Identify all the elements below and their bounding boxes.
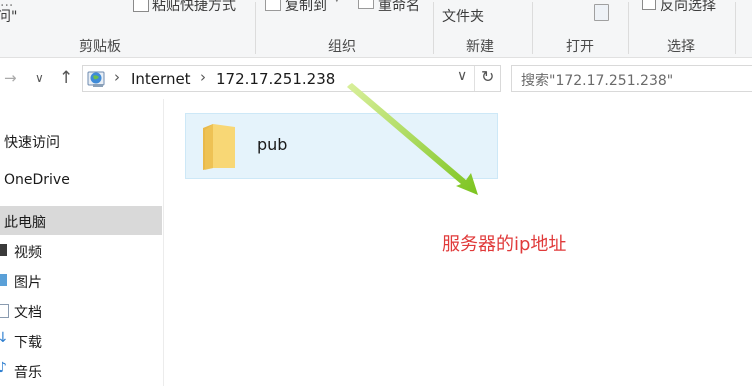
- search-input[interactable]: 搜索"172.17.251.238": [511, 65, 752, 92]
- copy-to-button[interactable]: 复制到: [285, 0, 327, 15]
- ribbon: ... 问" 粘贴快捷方式 剪贴板 复制到 ▼ 重命名 组织 文件夹 新建 ▾ …: [0, 0, 752, 58]
- music-icon: ♪: [0, 360, 7, 376]
- nav-item-this-pc[interactable]: 此电脑: [0, 206, 162, 235]
- nav-item-label: OneDrive: [4, 172, 70, 188]
- folder-item[interactable]: pub: [185, 113, 498, 179]
- ribbon-divider: [735, 2, 736, 54]
- content-area: pub 服务器的ip地址: [164, 99, 752, 386]
- breadcrumb-internet[interactable]: Internet: [131, 70, 191, 88]
- group-label-organize: 组织: [328, 39, 356, 55]
- nav-item-label: 图片: [14, 275, 42, 291]
- paste-shortcut-button[interactable]: 粘贴快捷方式: [152, 0, 236, 15]
- up-arrow-icon[interactable]: ↑: [59, 58, 73, 99]
- reverse-select-button[interactable]: 反向选择: [660, 0, 716, 15]
- video-icon: [0, 244, 7, 256]
- nav-item-label: 音乐: [14, 365, 42, 381]
- network-globe-icon: [87, 71, 105, 87]
- navigation-pane: 快速访问 OneDrive 此电脑 视频 图片 文档 ↓ 下载 ♪ 音乐: [0, 99, 164, 386]
- group-label-clipboard: 剪贴板: [79, 39, 121, 55]
- folder-name: pub: [257, 135, 288, 154]
- copy-to-icon: [265, 0, 281, 11]
- recent-locations-chevron-icon[interactable]: ∨: [35, 58, 44, 99]
- nav-item-label: 视频: [14, 245, 42, 261]
- nav-item-label: 文档: [14, 305, 42, 321]
- document-icon: [0, 304, 9, 318]
- nav-item-label: 快速访问: [4, 135, 60, 151]
- rename-button[interactable]: 重命名: [378, 0, 420, 15]
- reverse-select-icon: [642, 0, 656, 10]
- group-label-open: 打开: [566, 39, 594, 55]
- annotation-label: 服务器的ip地址: [442, 234, 567, 255]
- address-row: → ∨ ↑ › Internet › 172.17.251.238 ∨ ↻ 搜索…: [0, 58, 752, 99]
- chevron-down-icon[interactable]: ▼: [333, 0, 341, 4]
- download-icon: ↓: [0, 330, 9, 346]
- breadcrumb-ip[interactable]: 172.17.251.238: [216, 70, 335, 88]
- nav-item-videos[interactable]: 视频: [0, 236, 162, 265]
- address-dropdown-icon[interactable]: ∨: [457, 68, 467, 84]
- breadcrumb-separator-icon[interactable]: ›: [200, 68, 206, 86]
- ribbon-divider: [628, 2, 629, 54]
- nav-item-label: 此电脑: [4, 215, 46, 231]
- ribbon-divider: [255, 2, 256, 54]
- search-placeholder: 搜索"172.17.251.238": [521, 73, 674, 89]
- paste-shortcut-icon: [133, 0, 149, 12]
- clipboard-partial-label[interactable]: 问": [0, 6, 17, 26]
- open-dropdown-icon[interactable]: ▾: [560, 0, 565, 3]
- history-icon[interactable]: [594, 4, 609, 21]
- breadcrumb-separator-icon[interactable]: ›: [114, 68, 120, 86]
- picture-icon: [0, 274, 7, 286]
- group-label-select: 选择: [667, 39, 695, 55]
- ribbon-divider: [433, 2, 434, 54]
- group-label-new: 新建: [466, 39, 494, 55]
- rename-icon: [358, 0, 374, 9]
- address-bar[interactable]: › Internet › 172.17.251.238 ∨ ↻: [82, 65, 501, 92]
- forward-arrow-icon[interactable]: →: [4, 58, 17, 99]
- ribbon-divider: [532, 2, 533, 54]
- nav-item-music[interactable]: ♪ 音乐: [0, 356, 162, 385]
- new-folder-button[interactable]: 文件夹: [442, 6, 484, 26]
- refresh-icon[interactable]: ↻: [481, 67, 494, 86]
- address-divider: [474, 66, 475, 91]
- folder-icon: [203, 124, 235, 170]
- nav-item-documents[interactable]: 文档: [0, 296, 162, 325]
- nav-item-onedrive[interactable]: OneDrive: [0, 166, 162, 195]
- nav-item-downloads[interactable]: ↓ 下载: [0, 326, 162, 355]
- nav-item-quick-access[interactable]: 快速访问: [0, 126, 162, 155]
- nav-item-pictures[interactable]: 图片: [0, 266, 162, 295]
- nav-item-label: 下载: [14, 335, 42, 351]
